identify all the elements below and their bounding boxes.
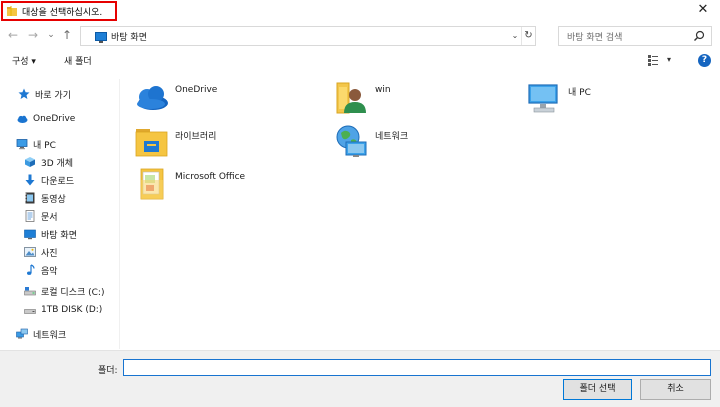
item-label: Microsoft Office	[175, 172, 246, 182]
video-icon	[25, 192, 35, 204]
search-box[interactable]: 바탕 화면 검색	[558, 26, 712, 46]
recent-locations-button[interactable]: ⌄	[44, 28, 58, 42]
library-folder-icon	[135, 129, 168, 157]
back-button[interactable]: ←	[6, 28, 20, 42]
sidebar-item-documents[interactable]: 문서	[24, 207, 58, 225]
user-folder-icon	[336, 82, 366, 114]
new-folder-button[interactable]: 새 폴더	[64, 54, 92, 67]
sidebar-item-3d-objects[interactable]: 3D 개체	[24, 153, 73, 171]
cancel-button[interactable]: 취소	[640, 379, 711, 400]
download-icon	[25, 174, 35, 186]
help-button[interactable]: ?	[698, 54, 711, 67]
title-highlight: 대상을 선택하십시오.	[1, 1, 117, 21]
forward-button[interactable]: →	[26, 28, 40, 42]
sidebar-item-label: 바탕 화면	[41, 230, 77, 241]
item-this-pc[interactable]: 내 PC	[526, 79, 591, 119]
office-folder-icon	[140, 168, 164, 200]
item-label: 네트워크	[375, 132, 409, 142]
sidebar-item-label: 로컬 디스크 (C:)	[41, 287, 105, 298]
sidebar-item-desktop[interactable]: 바탕 화면	[24, 225, 77, 243]
search-icon[interactable]	[693, 30, 705, 42]
network-globe-icon	[336, 125, 367, 157]
pc-icon	[16, 139, 28, 150]
sidebar-item-this-pc[interactable]: 내 PC	[16, 135, 56, 153]
command-bar: 구성 ▾ 새 폴더 ▾ ?	[0, 49, 720, 73]
sidebar-item-label: 3D 개체	[41, 158, 74, 169]
sidebar-item-local-disk-c[interactable]: 로컬 디스크 (C:)	[24, 282, 104, 300]
sidebar-item-label: 1TB DISK (D:)	[41, 305, 103, 315]
sidebar-item-videos[interactable]: 동영상	[24, 189, 66, 207]
item-label: win	[375, 85, 391, 95]
sidebar-item-downloads[interactable]: 다운로드	[24, 171, 74, 189]
picture-icon	[24, 247, 36, 257]
network-icon	[16, 328, 28, 339]
sidebar-item-label: 동영상	[41, 194, 66, 205]
sidebar-item-disk-d[interactable]: 1TB DISK (D:)	[24, 301, 102, 319]
sidebar-item-label: OneDrive	[33, 114, 76, 124]
view-dropdown-button[interactable]: ▾	[667, 55, 671, 64]
sidebar-item-label: 다운로드	[41, 176, 75, 187]
sidebar-item-label: 바로 가기	[35, 90, 71, 101]
item-microsoft-office[interactable]: Microsoft Office	[133, 166, 245, 206]
organize-button[interactable]: 구성 ▾	[12, 54, 36, 67]
sidebar-item-label: 음악	[41, 266, 58, 277]
title-bar: 대상을 선택하십시오. ✕	[0, 0, 720, 22]
refresh-button[interactable]: ↻	[521, 27, 535, 45]
music-icon	[27, 264, 35, 275]
item-label: 라이브러리	[175, 132, 217, 142]
cube-icon	[25, 157, 35, 167]
sidebar-item-label: 문서	[41, 212, 58, 223]
local-disk-icon	[24, 287, 36, 296]
address-row: ← → ⌄ ↑ 바탕 화면 ⌄ ↻ 바탕 화면 검색	[0, 24, 720, 48]
sidebar-item-network[interactable]: 네트워크	[16, 325, 66, 343]
sidebar-item-music[interactable]: 음악	[24, 261, 58, 279]
window-title: 대상을 선택하십시오.	[22, 7, 103, 18]
computer-icon	[528, 84, 558, 113]
sidebar-item-label: 사진	[41, 248, 58, 259]
bottom-panel: 폴더: 폴더 선택 취소	[0, 350, 720, 407]
item-win[interactable]: win	[333, 79, 391, 119]
sidebar-item-onedrive[interactable]: OneDrive	[16, 110, 75, 128]
navigation-pane: 바로 가기 OneDrive 내 PC 3D 개체 다운로드 동영상 문서 바탕…	[0, 79, 120, 349]
sidebar-item-label: 내 PC	[33, 140, 56, 151]
desktop-icon	[24, 229, 36, 240]
onedrive-cloud-icon	[137, 86, 168, 110]
folder-view: OneDrive win 내 PC 라이브러리 네트워크 Microsoft O…	[121, 79, 720, 349]
item-label: OneDrive	[175, 85, 218, 95]
address-dropdown-button[interactable]: ⌄	[509, 27, 521, 45]
item-network[interactable]: 네트워크	[333, 123, 408, 163]
item-onedrive[interactable]: OneDrive	[133, 79, 217, 119]
cloud-icon	[17, 115, 28, 123]
item-libraries[interactable]: 라이브러리	[133, 123, 216, 163]
close-button[interactable]: ✕	[696, 3, 710, 17]
disk-icon	[24, 309, 36, 314]
folder-icon	[7, 6, 17, 16]
address-path: 바탕 화면	[111, 32, 147, 43]
sidebar-item-label: 네트워크	[33, 330, 67, 341]
folder-name-input[interactable]	[123, 359, 711, 376]
select-folder-button[interactable]: 폴더 선택	[563, 379, 632, 400]
sidebar-item-quick-access[interactable]: 바로 가기	[18, 85, 71, 103]
document-icon	[25, 210, 35, 222]
view-options-icon[interactable]	[648, 55, 658, 66]
desktop-icon	[95, 31, 107, 43]
sidebar-item-pictures[interactable]: 사진	[24, 243, 58, 261]
star-icon	[18, 88, 30, 99]
up-button[interactable]: ↑	[60, 28, 74, 42]
folder-field-label: 폴더:	[98, 366, 118, 376]
address-bar[interactable]: 바탕 화면 ⌄ ↻	[80, 26, 536, 46]
search-placeholder: 바탕 화면 검색	[567, 32, 623, 43]
item-label: 내 PC	[568, 88, 591, 98]
